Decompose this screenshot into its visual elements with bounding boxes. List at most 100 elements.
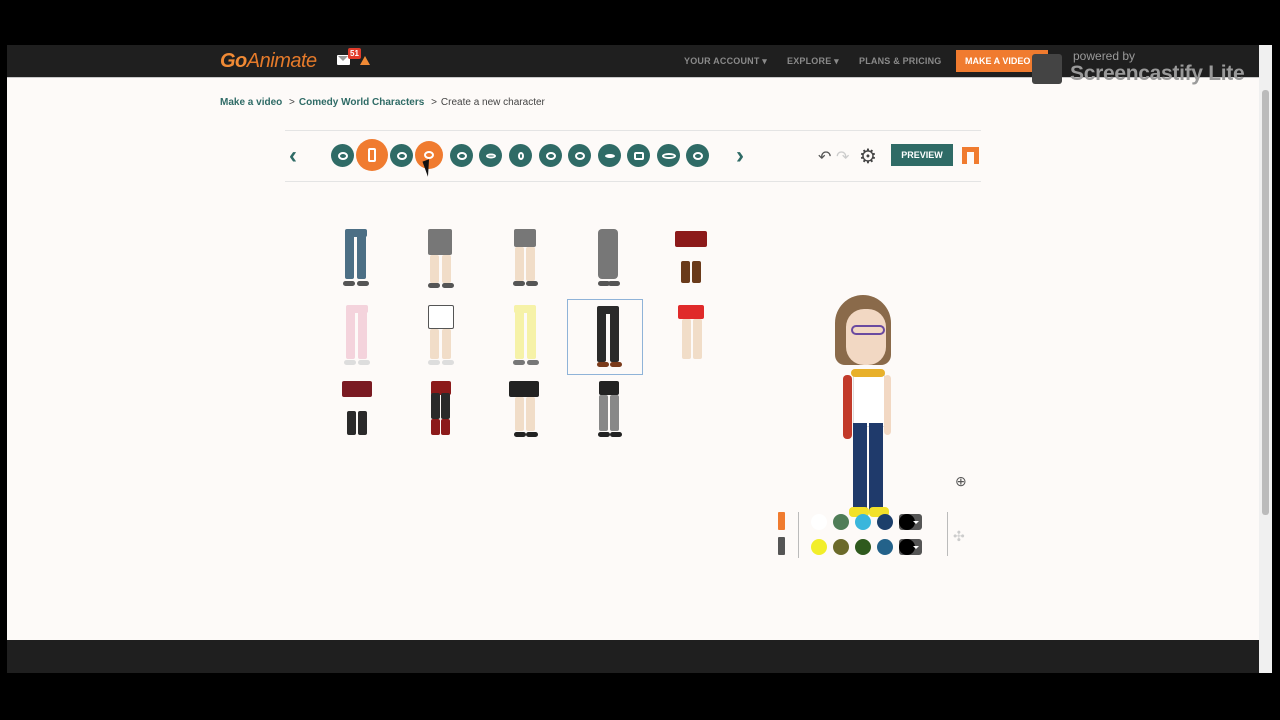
character-face <box>846 309 886 365</box>
item-leg <box>431 393 440 419</box>
breadcrumb: Make a video > Comedy World Characters > C… <box>220 97 545 108</box>
item-leg <box>358 411 367 435</box>
clothing-item-plaid-skirt[interactable] <box>318 375 394 451</box>
color-row-secondary <box>778 537 978 559</box>
bottom-bar <box>7 640 1259 673</box>
goanimate-logo[interactable]: GoAnimate <box>220 50 317 73</box>
category-nose-icon[interactable] <box>509 144 532 167</box>
clothing-item-long-skirt[interactable] <box>570 223 646 299</box>
color-swatch[interactable] <box>811 539 827 555</box>
clothing-item-jeans[interactable] <box>318 223 394 299</box>
color-swatch[interactable] <box>811 514 827 530</box>
nav-explore[interactable]: EXPLORE ▾ <box>787 56 839 67</box>
preview-button[interactable]: PREVIEW <box>891 144 953 166</box>
clothing-item-red-miniskirt[interactable] <box>654 299 730 375</box>
item-shoe <box>513 281 525 286</box>
category-glasses-icon[interactable] <box>657 144 680 167</box>
divider <box>947 512 948 556</box>
item-shoe <box>526 281 538 286</box>
category-eye-icon[interactable] <box>568 144 591 167</box>
category-chin-icon[interactable] <box>539 144 562 167</box>
character-leg <box>869 423 883 511</box>
category-beard-icon[interactable] <box>686 144 709 167</box>
item-leg <box>527 309 536 359</box>
clothing-item-red-boots-leggings[interactable] <box>402 375 478 451</box>
category-head-icon[interactable] <box>390 144 413 167</box>
item-shoe <box>343 281 355 286</box>
undo-icon[interactable]: ↶ <box>818 147 831 167</box>
item-boot <box>431 419 440 435</box>
color-swatch[interactable] <box>877 539 893 555</box>
item-leg <box>346 309 355 359</box>
clothing-item-white-shorts[interactable] <box>402 299 478 375</box>
shoes-part-icon[interactable] <box>778 537 785 555</box>
item-leg <box>610 395 619 431</box>
color-swatch[interactable] <box>877 514 893 530</box>
gear-icon[interactable]: ⚙ <box>859 144 877 169</box>
color-swatch[interactable] <box>833 539 849 555</box>
item-leg <box>693 319 702 359</box>
category-face-shape-icon[interactable] <box>450 144 473 167</box>
chevron-right-icon[interactable]: › <box>736 144 744 168</box>
color-more-dropdown[interactable] <box>899 539 922 555</box>
breadcrumb-comedy-world[interactable]: Comedy World Characters <box>299 97 424 108</box>
clothing-item-yellow-pants[interactable] <box>486 299 562 375</box>
nav-plans-pricing[interactable]: PLANS & PRICING <box>859 56 942 66</box>
watermark-big: Screencastify Lite <box>1070 62 1245 85</box>
clothing-item-fishnet[interactable] <box>570 375 646 451</box>
scrollbar-thumb[interactable] <box>1262 90 1269 515</box>
clothing-item-red-skirt-boots[interactable] <box>654 223 730 299</box>
category-pants-icon[interactable] <box>356 139 388 171</box>
breadcrumb-make-a-video[interactable]: Make a video <box>220 97 282 108</box>
character-shirt <box>853 373 885 427</box>
item-leg <box>526 397 535 431</box>
redo-icon[interactable]: ↷ <box>836 147 849 167</box>
item-leg <box>347 411 356 435</box>
item-waist <box>675 231 707 247</box>
save-icon[interactable] <box>962 147 979 164</box>
color-more-dropdown[interactable] <box>899 514 922 530</box>
screencastify-watermark: powered by Screencastify Lite <box>1030 47 1268 87</box>
clothing-item-black-ruffle-skirt[interactable] <box>486 375 562 451</box>
item-waist <box>598 229 618 279</box>
bell-icon[interactable] <box>360 56 370 65</box>
clothing-item-gray-skirt[interactable] <box>402 223 478 299</box>
breadcrumb-separator: > <box>431 97 437 108</box>
category-accessory-icon[interactable] <box>627 144 650 167</box>
item-shoe <box>608 281 620 286</box>
item-shoe <box>442 283 454 288</box>
item-leg <box>430 329 439 359</box>
pants-part-icon[interactable] <box>778 512 785 530</box>
breadcrumb-current: Create a new character <box>440 97 545 108</box>
clothing-item-gray-shorts[interactable] <box>486 223 562 299</box>
category-mouth-icon[interactable] <box>479 144 502 167</box>
item-leg <box>345 233 354 279</box>
randomize-icon[interactable]: ✣ <box>953 528 965 545</box>
chevron-left-icon[interactable]: ‹ <box>289 144 297 168</box>
item-leg <box>358 309 367 359</box>
category-eyebrow-icon[interactable] <box>598 144 621 167</box>
item-shoe <box>344 360 356 365</box>
item-leg <box>610 310 619 362</box>
item-shoe <box>610 362 622 367</box>
nav-your-account[interactable]: YOUR ACCOUNT ▾ <box>684 56 767 67</box>
item-shoe <box>428 360 440 365</box>
zoom-icon[interactable]: ⊕ <box>955 473 967 490</box>
item-boot <box>441 419 450 435</box>
color-swatch[interactable] <box>855 539 871 555</box>
clothing-item-black-pants-selected[interactable] <box>567 299 643 375</box>
category-toolbar: ‹ › ↶ ↷ ⚙ PREVIEW <box>285 130 981 182</box>
clothing-item-pink-pants[interactable] <box>318 299 394 375</box>
film-icon <box>1032 54 1062 84</box>
item-leg <box>681 261 690 283</box>
category-shirt-icon[interactable] <box>331 144 354 167</box>
item-waist <box>514 229 536 247</box>
item-leg <box>597 310 606 362</box>
item-waist <box>428 229 452 255</box>
item-leg <box>682 319 691 359</box>
color-swatch[interactable] <box>833 514 849 530</box>
item-leg <box>515 309 524 359</box>
item-leg <box>442 255 451 283</box>
color-swatch[interactable] <box>855 514 871 530</box>
character-arm <box>884 375 891 435</box>
